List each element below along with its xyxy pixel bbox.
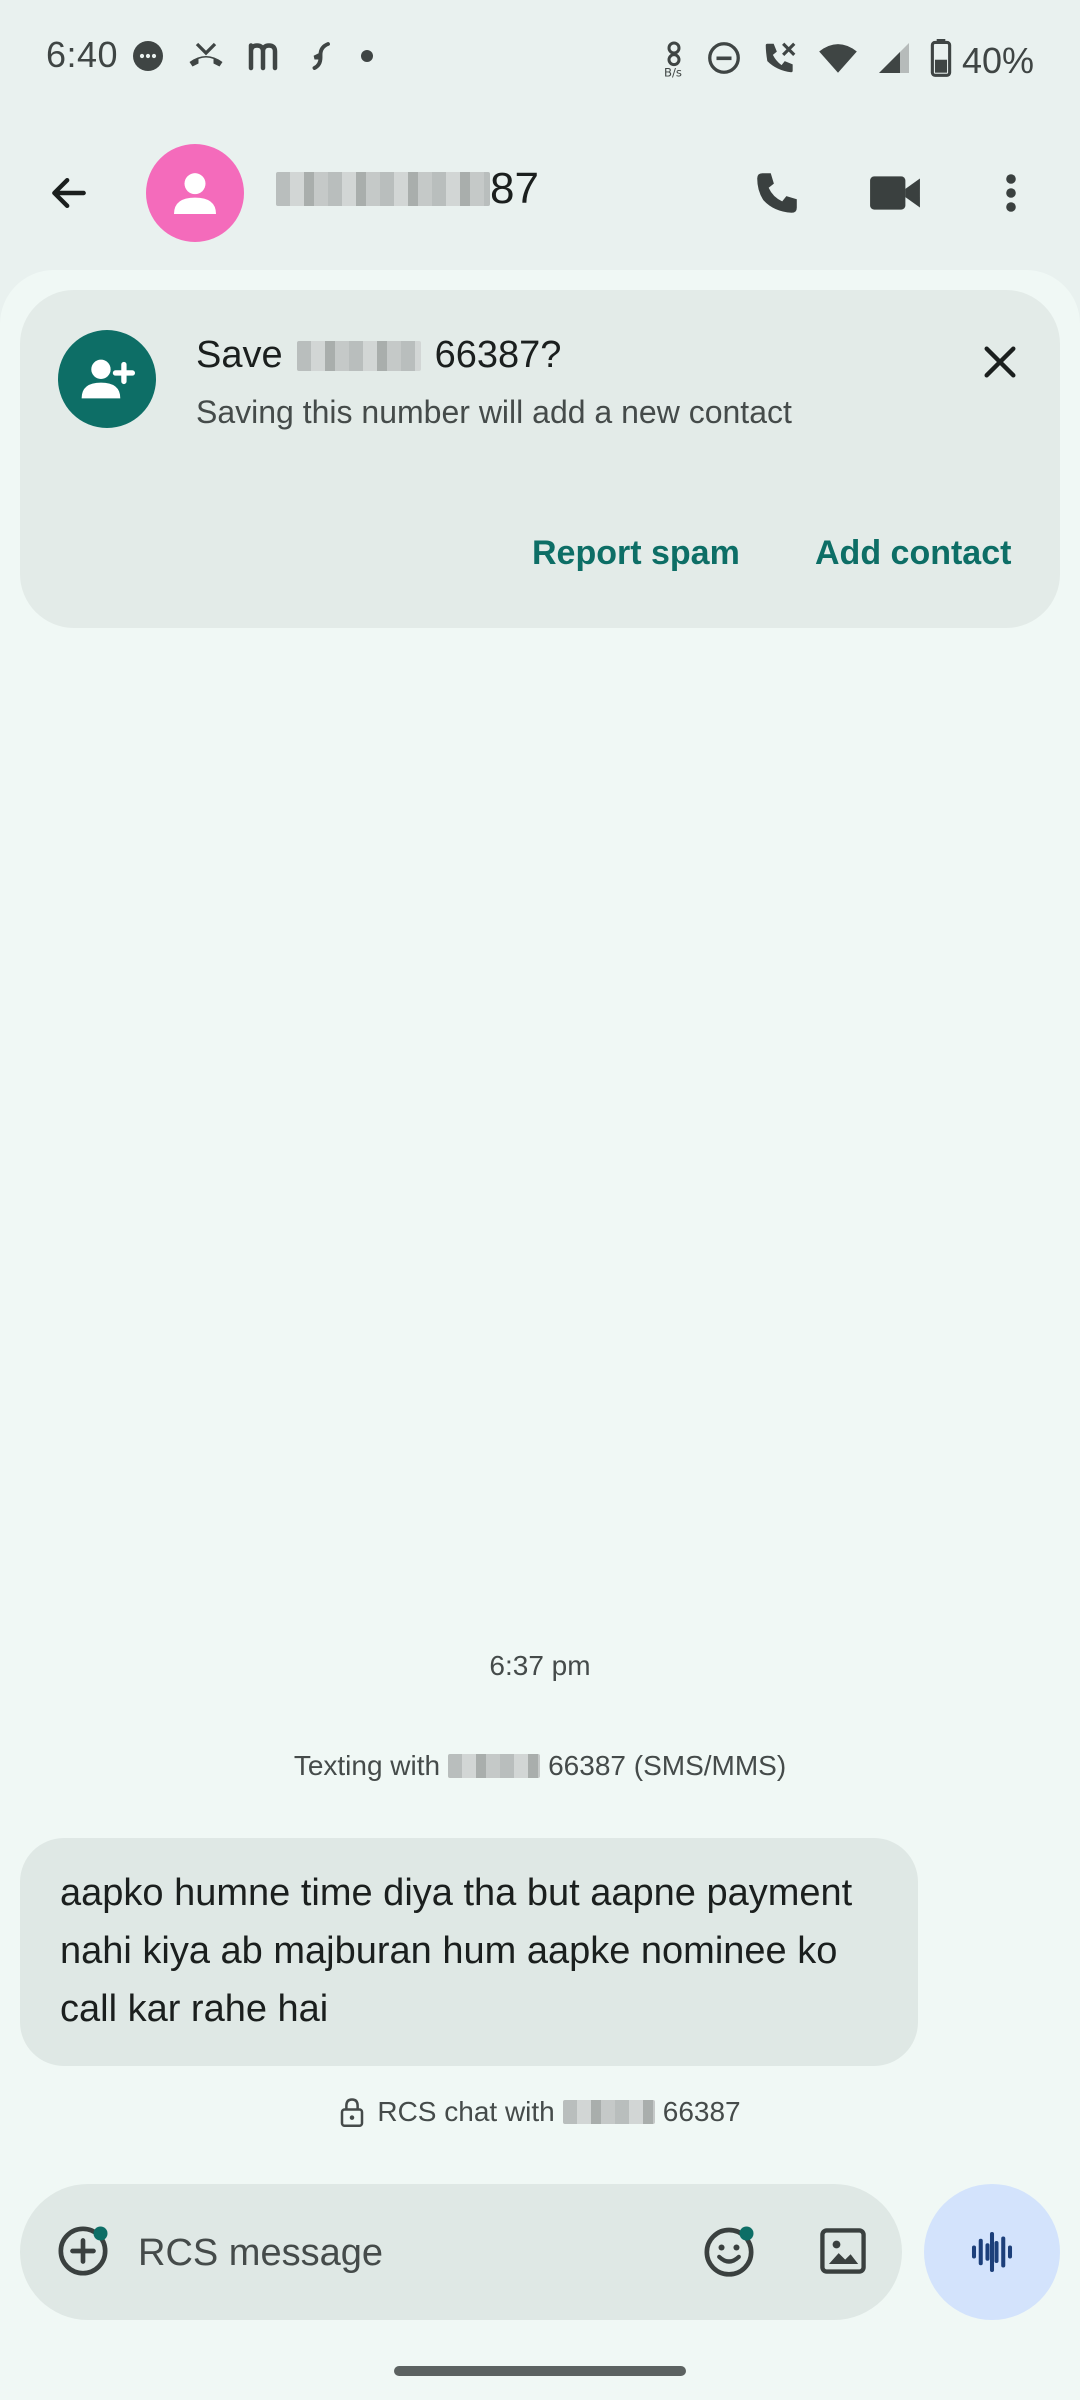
more-vert-icon xyxy=(1006,174,1016,212)
missed-call-icon xyxy=(186,38,226,79)
contact-number-suffix: 87 xyxy=(490,164,539,213)
signal-icon xyxy=(876,40,912,81)
svg-text:B/s: B/s xyxy=(664,65,682,78)
avatar[interactable] xyxy=(146,144,244,242)
incoming-message-bubble[interactable]: aapko humne time diya tha but aapne paym… xyxy=(20,1838,918,2066)
texting-with-info: Texting with 66387 (SMS/MMS) xyxy=(0,1750,1080,1782)
message-text: aapko humne time diya tha but aapne paym… xyxy=(60,1872,853,2030)
conversation-app-bar: 87 xyxy=(0,130,1080,256)
save-card-title: Save 66387? xyxy=(196,334,561,377)
add-contact-button[interactable]: Add contact xyxy=(815,534,1011,573)
audio-waveform-icon xyxy=(971,2231,1013,2273)
save-title-suffix: 66387? xyxy=(434,334,562,376)
redacted-number xyxy=(276,172,490,206)
do-not-disturb-icon xyxy=(706,40,742,81)
attach-button[interactable] xyxy=(50,2218,116,2284)
add-circle-icon xyxy=(58,2226,108,2276)
emoji-button[interactable] xyxy=(696,2218,762,2284)
video-call-button[interactable] xyxy=(862,160,928,226)
lock-icon xyxy=(339,2097,365,2127)
redacted-number xyxy=(296,340,421,371)
back-button[interactable] xyxy=(36,160,102,226)
texting-with-suffix: 66387 (SMS/MMS) xyxy=(548,1750,787,1781)
texting-with-prefix: Texting with xyxy=(293,1750,441,1781)
rcs-chat-info: RCS chat with 66387 xyxy=(0,2096,1080,2128)
video-call-icon xyxy=(870,176,920,210)
rcs-prefix: RCS chat with xyxy=(377,2096,555,2127)
emoji-icon xyxy=(704,2226,754,2277)
notification-icons xyxy=(130,38,376,79)
save-contact-card: Save 66387? Saving this number will add … xyxy=(20,290,1060,628)
wifi-calling-icon xyxy=(760,39,800,82)
chat-bubble-icon xyxy=(130,38,166,79)
contact-title[interactable]: 87 xyxy=(276,164,539,214)
system-icons: B/s 40% xyxy=(660,38,1034,83)
home-indicator[interactable] xyxy=(394,2366,686,2376)
data-speed-icon: B/s xyxy=(660,38,688,83)
dot-icon xyxy=(358,38,376,79)
phone-icon xyxy=(757,173,797,213)
save-title-prefix: Save xyxy=(196,334,283,376)
image-icon xyxy=(820,2228,866,2274)
status-bar: 6:40 B/s 40% xyxy=(0,0,1080,110)
voice-message-button[interactable] xyxy=(924,2184,1060,2320)
gallery-button[interactable] xyxy=(810,2218,876,2284)
redacted-number xyxy=(448,1754,541,1778)
m-app-icon xyxy=(246,38,286,79)
more-options-button[interactable] xyxy=(978,160,1044,226)
save-card-subtitle: Saving this number will add a new contac… xyxy=(196,394,792,430)
dismiss-card-button[interactable] xyxy=(968,330,1032,394)
bolt-app-icon xyxy=(306,38,338,79)
person-icon xyxy=(174,173,216,214)
add-contact-icon xyxy=(58,330,156,428)
redacted-number xyxy=(562,2100,655,2124)
battery-percentage: 40% xyxy=(961,39,1034,81)
message-composer xyxy=(20,2184,902,2322)
message-input[interactable] xyxy=(136,2184,660,2322)
arrow-back-icon xyxy=(52,177,86,209)
wifi-icon xyxy=(818,40,858,81)
call-button[interactable] xyxy=(744,160,810,226)
report-spam-button[interactable]: Report spam xyxy=(532,534,740,573)
message-timestamp: 6:37 pm xyxy=(489,1650,591,1681)
close-icon xyxy=(984,346,1016,378)
rcs-suffix: 66387 xyxy=(662,2096,741,2127)
status-time: 6:40 xyxy=(46,34,119,75)
battery-icon xyxy=(930,39,952,82)
